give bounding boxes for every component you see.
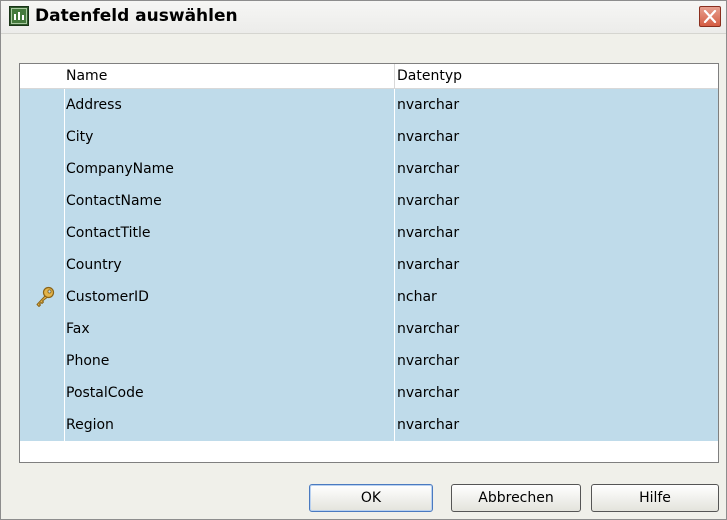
table-row[interactable]: PostalCode nvarchar [20, 377, 718, 409]
field-name-cell: City [66, 129, 94, 145]
row-gutter [20, 153, 65, 185]
field-type-cell: nchar [394, 281, 718, 313]
close-button[interactable] [699, 6, 721, 27]
row-gutter [20, 121, 65, 153]
row-gutter [20, 345, 65, 377]
field-type-cell: nvarchar [394, 377, 718, 409]
key-icon [34, 286, 56, 308]
table-row[interactable]: Address nvarchar [20, 89, 718, 121]
header-gutter [20, 64, 65, 88]
ok-button[interactable]: OK [309, 484, 433, 512]
field-type-cell: nvarchar [394, 153, 718, 185]
field-type-cell: nvarchar [394, 249, 718, 281]
table-row[interactable]: CustomerID nchar [20, 281, 718, 313]
row-gutter [20, 313, 65, 345]
close-icon [703, 10, 717, 23]
field-type-cell: nvarchar [394, 89, 718, 121]
dialog-title: Datenfeld auswählen [35, 6, 238, 26]
table-row[interactable]: Region nvarchar [20, 409, 718, 441]
help-button[interactable]: Hilfe [591, 484, 719, 512]
field-name-cell: ContactName [66, 193, 162, 209]
table-row[interactable]: Fax nvarchar [20, 313, 718, 345]
row-gutter [20, 217, 65, 249]
table-row[interactable]: ContactTitle nvarchar [20, 217, 718, 249]
row-gutter [20, 377, 65, 409]
table-row[interactable]: CompanyName nvarchar [20, 153, 718, 185]
table-row[interactable]: Country nvarchar [20, 249, 718, 281]
field-name-cell: Country [66, 257, 122, 273]
table-row[interactable]: City nvarchar [20, 121, 718, 153]
select-datafield-dialog: Datenfeld auswählen Name Datentyp Addres… [0, 0, 727, 520]
field-type-cell: nvarchar [394, 313, 718, 345]
app-window-icon [9, 6, 29, 26]
field-name-cell: Fax [66, 321, 90, 337]
field-type-cell: nvarchar [394, 409, 718, 441]
field-type-cell: nvarchar [394, 217, 718, 249]
field-name-cell: ContactTitle [66, 225, 151, 241]
field-name-cell: Phone [66, 353, 110, 369]
row-gutter [20, 89, 65, 121]
field-type-cell: nvarchar [394, 345, 718, 377]
row-gutter [20, 185, 65, 217]
field-name-cell: Region [66, 417, 114, 433]
row-gutter [20, 249, 65, 281]
cancel-button[interactable]: Abbrechen [451, 484, 581, 512]
field-name-cell: Address [66, 97, 122, 113]
field-name-cell: CustomerID [66, 289, 149, 305]
field-name-cell: CompanyName [66, 161, 174, 177]
column-header-type[interactable]: Datentyp [394, 64, 718, 88]
row-gutter [20, 281, 65, 313]
field-type-cell: nvarchar [394, 185, 718, 217]
field-name-cell: PostalCode [66, 385, 144, 401]
table-row[interactable]: ContactName nvarchar [20, 185, 718, 217]
row-gutter [20, 409, 65, 441]
title-bar[interactable]: Datenfeld auswählen [1, 1, 726, 34]
datafield-grid[interactable]: Name Datentyp Address nvarchar City nvar… [19, 63, 719, 463]
grid-header-row: Name Datentyp [20, 64, 718, 89]
column-header-name[interactable]: Name [66, 64, 392, 88]
field-type-cell: nvarchar [394, 121, 718, 153]
table-row[interactable]: Phone nvarchar [20, 345, 718, 377]
